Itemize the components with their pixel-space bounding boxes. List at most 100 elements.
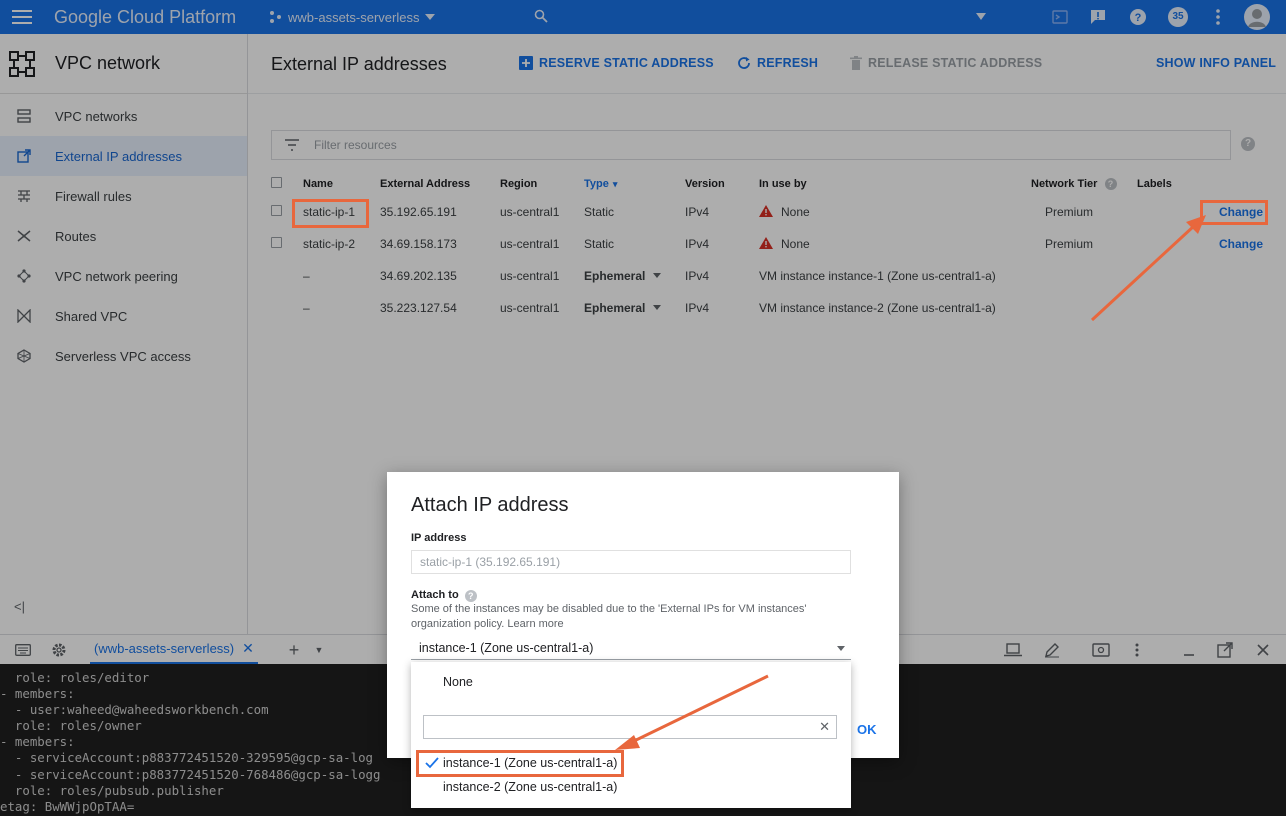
ip-in-use-by: None bbox=[759, 196, 1031, 228]
more-vert-icon[interactable] bbox=[1207, 6, 1229, 28]
routes-icon bbox=[16, 228, 32, 244]
in-use-value: None bbox=[781, 205, 810, 219]
refresh-button[interactable]: REFRESH bbox=[737, 56, 818, 70]
sidebar-item-shared-vpc[interactable]: Shared VPC bbox=[0, 296, 247, 336]
filter-icon bbox=[285, 139, 299, 151]
row-checkbox[interactable] bbox=[271, 237, 282, 248]
sidebar-item-vpc-network-peering[interactable]: VPC network peering bbox=[0, 256, 247, 296]
edit-pencil-icon[interactable] bbox=[1043, 641, 1061, 659]
ip-name: – bbox=[303, 269, 310, 283]
ip-version: IPv4 bbox=[685, 205, 710, 219]
help-icon[interactable]: ? bbox=[1104, 178, 1117, 190]
ip-type-select[interactable]: Ephemeral bbox=[584, 292, 685, 324]
close-tab-icon[interactable]: ✕ bbox=[242, 640, 254, 657]
option-none[interactable]: None bbox=[411, 670, 851, 694]
trash-icon bbox=[850, 56, 862, 70]
in-use-instance-link[interactable]: instance-1 bbox=[828, 269, 883, 283]
learn-more-link[interactable]: Learn more bbox=[507, 618, 563, 630]
filter-input[interactable]: Filter resources bbox=[271, 130, 1231, 160]
tier-value: Premium bbox=[1045, 237, 1094, 251]
help-icon[interactable]: ? bbox=[464, 590, 477, 602]
in-use-suffix: (Zone us-central1-a) bbox=[883, 269, 996, 283]
table-header: Name External Address Region Type ▾ Versi… bbox=[271, 172, 1271, 196]
sidebar-item-vpc-networks[interactable]: VPC networks bbox=[0, 96, 247, 136]
column-header-type[interactable]: Type ▾ bbox=[584, 172, 685, 196]
web-preview-icon[interactable] bbox=[1092, 641, 1110, 659]
change-button[interactable]: Change bbox=[1219, 237, 1263, 251]
column-header[interactable]: Version bbox=[685, 172, 759, 196]
sidebar-item-external-ip-addresses[interactable]: External IP addresses bbox=[0, 136, 247, 176]
ip-version: IPv4 bbox=[685, 237, 710, 251]
refresh-icon bbox=[738, 57, 750, 69]
shared-vpc-icon bbox=[16, 308, 32, 324]
ip-in-use-by: None bbox=[759, 228, 1031, 260]
column-header[interactable]: Name bbox=[303, 172, 380, 196]
avatar[interactable] bbox=[1242, 2, 1272, 32]
tier-value: Premium bbox=[1045, 205, 1094, 219]
ip-version: IPv4 bbox=[685, 301, 710, 315]
ip-addresses-table: Name External Address Region Type ▾ Versi… bbox=[271, 172, 1271, 324]
more-vert-icon[interactable] bbox=[1128, 641, 1146, 659]
sidebar-item-serverless-vpc-access[interactable]: Serverless VPC access bbox=[0, 336, 247, 376]
in-use-prefix: VM instance bbox=[759, 301, 829, 315]
table-row: static-ip-1 35.192.65.191 us-central1 St… bbox=[271, 196, 1271, 228]
notifications-badge[interactable]: 35 bbox=[1167, 6, 1189, 28]
column-header[interactable]: External Address bbox=[380, 172, 500, 196]
column-header-label: Network Tier bbox=[1031, 178, 1098, 190]
project-hub-icon bbox=[270, 11, 281, 23]
sidebar-item-label: VPC networks bbox=[55, 108, 138, 124]
dropdown-arrow-icon bbox=[653, 305, 662, 310]
keyboard-icon[interactable] bbox=[14, 641, 32, 659]
brand-title[interactable]: Google Cloud Platform bbox=[54, 7, 236, 28]
ok-button[interactable]: OK bbox=[857, 722, 877, 737]
collapse-sidebar-icon[interactable]: <| bbox=[14, 599, 25, 614]
minimize-icon[interactable] bbox=[1180, 641, 1198, 659]
ip-region: us-central1 bbox=[500, 301, 560, 315]
attach-to-text: Attach to bbox=[411, 589, 459, 601]
close-shell-icon[interactable] bbox=[1254, 641, 1272, 659]
sidebar-item-label: Serverless VPC access bbox=[55, 348, 191, 364]
cloud-shell-icon[interactable] bbox=[1049, 6, 1071, 28]
in-use-value: None bbox=[781, 237, 810, 251]
select-all-checkbox[interactable] bbox=[271, 177, 282, 188]
clear-icon[interactable]: ✕ bbox=[819, 719, 830, 735]
open-new-window-icon[interactable] bbox=[1216, 641, 1234, 659]
reserve-static-address-button[interactable]: RESERVE STATIC ADDRESS bbox=[519, 56, 714, 70]
search-expand-icon[interactable] bbox=[976, 13, 986, 20]
sidebar-item-routes[interactable]: Routes bbox=[0, 216, 247, 256]
filter-help-icon[interactable]: ? bbox=[1241, 137, 1255, 151]
tab-menu-chevron-icon[interactable]: ▼ bbox=[310, 641, 328, 659]
option-instance-2[interactable]: instance-2 (Zone us-central1-a) bbox=[411, 775, 851, 799]
sidebar-item-label: External IP addresses bbox=[55, 148, 182, 164]
search-input[interactable] bbox=[520, 4, 1020, 30]
reserve-label: RESERVE STATIC ADDRESS bbox=[539, 56, 714, 70]
dropdown-search-input[interactable]: ✕ bbox=[423, 715, 837, 739]
settings-gear-icon[interactable] bbox=[50, 641, 68, 659]
show-info-panel-button[interactable]: SHOW INFO PANEL bbox=[1156, 56, 1276, 70]
attach-hint: Some of the instances may be disabled du… bbox=[411, 602, 851, 631]
in-use-instance-link[interactable]: instance-2 bbox=[828, 301, 883, 315]
ip-address-label: IP address bbox=[411, 532, 467, 544]
page-title: External IP addresses bbox=[271, 54, 447, 74]
attach-to-select[interactable]: instance-1 (Zone us-central1-a) bbox=[411, 638, 851, 660]
dropdown-arrow-icon bbox=[837, 646, 845, 651]
add-tab-icon[interactable]: + bbox=[285, 640, 303, 660]
ip-type-select[interactable]: Ephemeral bbox=[584, 260, 685, 292]
column-header-network-tier[interactable]: Network Tier ? bbox=[1031, 172, 1137, 196]
column-header[interactable]: Region bbox=[500, 172, 584, 196]
row-checkbox[interactable] bbox=[271, 205, 282, 216]
sidebar-item-firewall-rules[interactable]: Firewall rules bbox=[0, 176, 247, 216]
help-icon[interactable]: ? bbox=[1127, 6, 1149, 28]
notifications-count: 35 bbox=[1168, 7, 1188, 27]
release-static-address-button[interactable]: RELEASE STATIC ADDRESS bbox=[850, 56, 1042, 70]
serverless-icon bbox=[16, 348, 32, 364]
shell-session-tab[interactable]: (wwb-assets-serverless) ✕ bbox=[90, 635, 258, 665]
ip-address: 34.69.158.173 bbox=[380, 237, 457, 251]
editor-laptop-icon[interactable] bbox=[1004, 641, 1022, 659]
feedback-icon[interactable] bbox=[1087, 6, 1109, 28]
sort-arrow-icon: ▾ bbox=[612, 179, 618, 189]
column-header[interactable]: Labels bbox=[1137, 172, 1201, 196]
hamburger-menu-icon[interactable] bbox=[10, 6, 34, 28]
column-header[interactable]: In use by bbox=[759, 172, 1031, 196]
project-selector[interactable]: wwb-assets-serverless bbox=[268, 6, 436, 28]
